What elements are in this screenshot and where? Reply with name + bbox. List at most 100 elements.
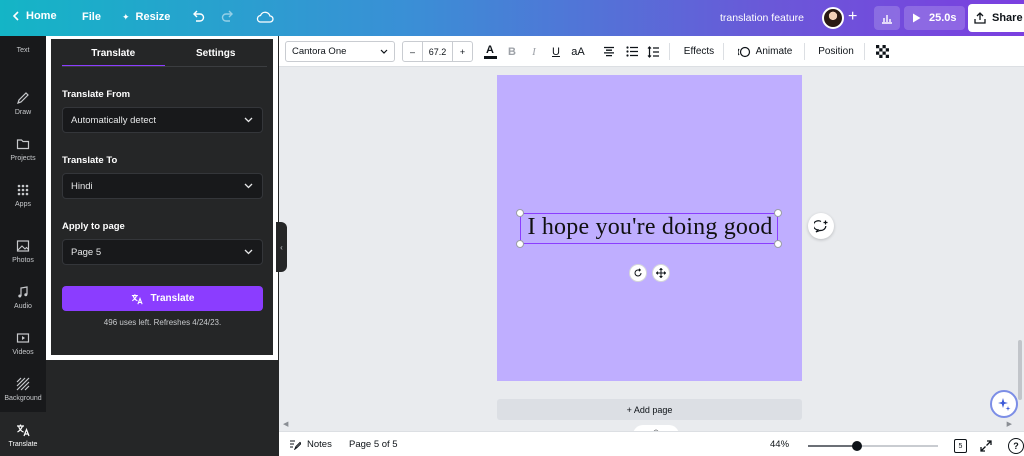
bottom-bar: Notes Page 5 of 5 44% bbox=[279, 431, 1024, 456]
transparency-button[interactable] bbox=[875, 43, 889, 60]
comment-icon bbox=[814, 219, 828, 233]
letter-case-icon: aA bbox=[571, 45, 585, 58]
insights-button[interactable] bbox=[874, 6, 900, 30]
position-button[interactable]: Position bbox=[817, 43, 855, 60]
rail-item-label: Translate bbox=[8, 440, 38, 448]
fullscreen-button[interactable] bbox=[979, 439, 993, 453]
font-size-stepper: – 67.2 + bbox=[402, 41, 473, 62]
font-size-input[interactable]: 67.2 bbox=[422, 42, 453, 61]
rail-item-background[interactable]: Background bbox=[0, 366, 46, 412]
rotate-handle[interactable] bbox=[630, 265, 646, 281]
translate-icon bbox=[131, 293, 143, 304]
apply-to-page-value: Page 5 bbox=[71, 246, 102, 258]
italic-button[interactable]: I bbox=[528, 43, 540, 60]
spacing-button[interactable] bbox=[646, 43, 660, 60]
tab-settings[interactable]: Settings bbox=[165, 45, 268, 67]
bold-button[interactable]: B bbox=[506, 43, 518, 60]
chevron-down-icon bbox=[244, 249, 253, 255]
rail-item-translate[interactable]: Translate bbox=[0, 412, 46, 456]
zoom-level[interactable]: 44% bbox=[770, 439, 789, 450]
align-center-button[interactable] bbox=[602, 43, 616, 60]
text-color-swatch bbox=[483, 55, 497, 59]
cloud-icon bbox=[256, 11, 274, 23]
add-collaborator-button[interactable]: + bbox=[848, 8, 857, 26]
zoom-slider[interactable] bbox=[808, 445, 938, 447]
vertical-scrollbar[interactable] bbox=[1018, 340, 1022, 400]
text-color-button[interactable]: A bbox=[483, 43, 497, 60]
page-indicator[interactable]: Page 5 of 5 bbox=[349, 439, 398, 450]
list-icon bbox=[625, 46, 638, 57]
rail-item-draw[interactable]: Draw bbox=[0, 80, 46, 126]
rail-item-label: Apps bbox=[15, 200, 31, 208]
page-count: 5 bbox=[958, 442, 963, 450]
add-page-button[interactable]: + Add page bbox=[497, 399, 802, 420]
move-handle[interactable] bbox=[653, 265, 669, 281]
sparkle-icon bbox=[998, 398, 1011, 411]
tab-translate[interactable]: Translate bbox=[62, 45, 165, 67]
bold-icon: B bbox=[508, 45, 516, 58]
sparkle-icon: ✦ bbox=[122, 11, 130, 22]
tab-divider bbox=[62, 66, 267, 67]
translate-to-select[interactable]: Hindi bbox=[62, 173, 263, 199]
text-color-icon: A bbox=[486, 43, 494, 56]
home-button[interactable]: Home bbox=[12, 10, 57, 22]
canvas-text-element[interactable]: I hope you're doing good bbox=[519, 214, 781, 241]
decrease-font-size-button[interactable]: – bbox=[403, 42, 422, 61]
translate-from-label: Translate From bbox=[62, 89, 131, 100]
undo-button[interactable] bbox=[190, 9, 206, 25]
rail-item-label: Background bbox=[4, 394, 42, 402]
resize-handle-bottom-right[interactable] bbox=[774, 240, 782, 248]
file-menu-button[interactable]: File bbox=[82, 11, 101, 23]
rail-item-projects[interactable]: Projects bbox=[0, 126, 46, 172]
rail-item-videos[interactable]: Videos bbox=[0, 320, 46, 366]
rail-item-photos[interactable]: Photos bbox=[0, 228, 46, 274]
background-icon bbox=[16, 377, 30, 390]
collapse-panel-handle[interactable]: ‹ bbox=[276, 222, 287, 272]
page-grid-button[interactable]: 5 bbox=[954, 439, 967, 453]
avatar[interactable] bbox=[822, 7, 844, 29]
effects-button[interactable]: Effects bbox=[682, 43, 716, 60]
font-family-select[interactable]: Cantora One bbox=[285, 41, 395, 62]
letter-case-button[interactable]: aA bbox=[570, 43, 586, 60]
apps-icon bbox=[17, 184, 29, 195]
magic-assistant-button[interactable] bbox=[990, 390, 1018, 418]
animate-button[interactable]: Animate bbox=[736, 43, 794, 60]
notes-button[interactable]: Notes bbox=[289, 439, 332, 450]
document-title[interactable]: translation feature bbox=[720, 12, 804, 24]
increase-font-size-button[interactable]: + bbox=[453, 42, 472, 61]
font-family-value: Cantora One bbox=[292, 46, 347, 57]
move-icon bbox=[656, 268, 666, 278]
toolbar-divider bbox=[669, 43, 670, 60]
video-icon bbox=[16, 332, 30, 343]
play-duration: 25.0s bbox=[929, 12, 957, 24]
save-status-button[interactable] bbox=[256, 9, 274, 25]
rail-item-label: Photos bbox=[12, 256, 34, 264]
resize-handle-bottom-left[interactable] bbox=[516, 240, 524, 248]
translate-button[interactable]: Translate bbox=[62, 286, 263, 311]
help-icon: ? bbox=[1013, 441, 1019, 451]
resize-button[interactable]: ✦ Resize bbox=[122, 11, 170, 23]
list-button[interactable] bbox=[625, 43, 639, 60]
rail-item-text[interactable]: Text bbox=[0, 36, 46, 64]
help-button[interactable]: ? bbox=[1008, 438, 1024, 454]
apply-to-page-select[interactable]: Page 5 bbox=[62, 239, 263, 265]
zoom-slider-fill bbox=[808, 445, 858, 447]
share-button[interactable]: Share bbox=[968, 4, 1024, 32]
resize-label: Resize bbox=[135, 11, 171, 23]
rail-item-label: Audio bbox=[14, 302, 32, 310]
translate-from-select[interactable]: Automatically detect bbox=[62, 107, 263, 133]
undo-icon bbox=[193, 10, 205, 22]
rail-item-apps[interactable]: Apps bbox=[0, 172, 46, 218]
translate-icon bbox=[17, 424, 30, 436]
add-comment-button[interactable] bbox=[808, 213, 834, 239]
rail-item-audio[interactable]: Audio bbox=[0, 274, 46, 320]
present-button[interactable]: 25.0s bbox=[904, 6, 965, 30]
home-label: Home bbox=[26, 10, 57, 22]
underline-button[interactable]: U bbox=[550, 43, 562, 60]
notes-icon bbox=[290, 440, 301, 450]
translate-to-value: Hindi bbox=[71, 180, 93, 192]
bar-chart-icon bbox=[882, 15, 892, 24]
scroll-right-icon: ▶ bbox=[1006, 421, 1012, 428]
top-bar: Home File ✦ Resize translation feature +… bbox=[0, 0, 1024, 36]
redo-button[interactable] bbox=[220, 9, 236, 25]
